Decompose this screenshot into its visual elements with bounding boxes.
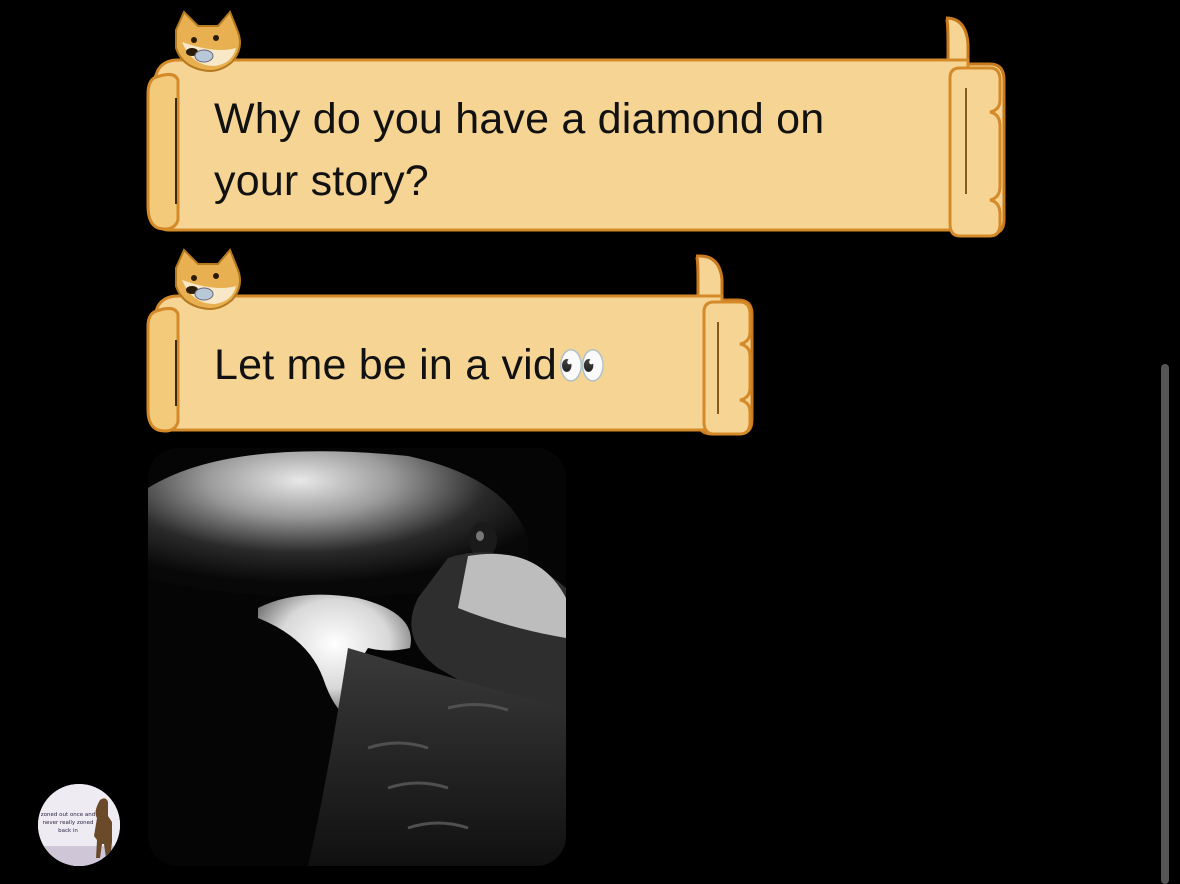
scrollbar[interactable]: [1161, 364, 1169, 884]
doge-icon: [175, 10, 241, 72]
eyes-emoji: 👀: [557, 343, 608, 389]
message-text: Why do you have a diamond on your story?: [214, 95, 825, 205]
message-text-label: Let me be in a vid: [214, 341, 558, 389]
chat-thread: Why do you have a diamond on your story?…: [0, 0, 1180, 884]
doge-icon: [175, 248, 241, 310]
photo-message[interactable]: [148, 448, 566, 866]
avatar-caption: zoned out once and never really zoned ba…: [40, 812, 96, 834]
message-bubble[interactable]: Why do you have a diamond on your story?: [140, 8, 1006, 240]
pigeon-closeup-image: [148, 448, 566, 866]
message-bubble[interactable]: Let me be in a vid👀: [140, 246, 755, 438]
avatar[interactable]: zoned out once and never really zoned ba…: [38, 784, 120, 866]
message-text: Let me be in a vid👀: [214, 334, 684, 397]
